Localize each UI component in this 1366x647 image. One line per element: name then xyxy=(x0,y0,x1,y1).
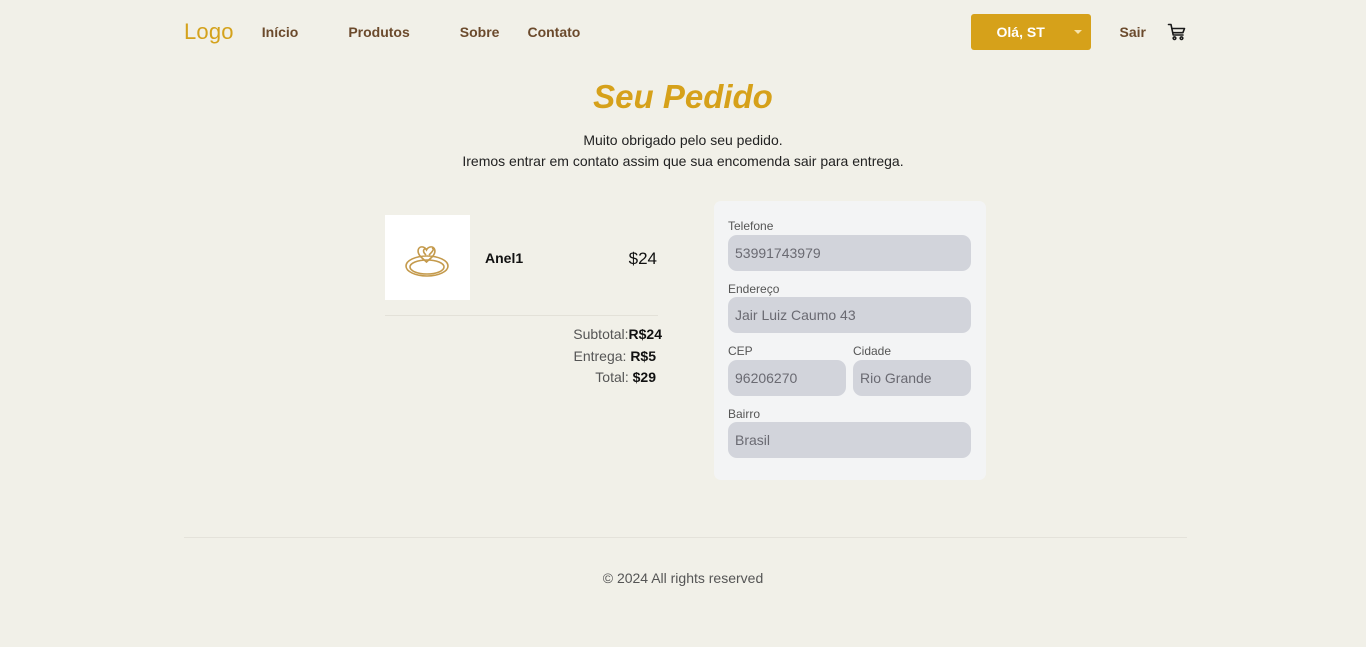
user-greeting: Olá, ST xyxy=(996,24,1045,40)
ring-icon xyxy=(405,246,449,277)
divider xyxy=(385,315,658,316)
delivery-info-card: Telefone Endereço CEP Cidade Bairro xyxy=(714,201,986,480)
nav-link-contato[interactable]: Contato xyxy=(527,24,580,40)
product-price: $24 xyxy=(628,249,657,268)
logout-link[interactable]: Sair xyxy=(1120,24,1146,40)
city-field[interactable] xyxy=(853,360,971,396)
delivery-label: Entrega: xyxy=(573,348,627,364)
delivery-value: R$5 xyxy=(630,348,656,364)
city-label: Cidade xyxy=(853,344,892,358)
nav-link-sobre[interactable]: Sobre xyxy=(460,24,500,40)
chevron-down-icon xyxy=(1073,30,1082,34)
district-field[interactable] xyxy=(728,422,971,458)
page-title: Seu Pedido xyxy=(593,78,773,115)
delivery-row: Entrega: R$5 xyxy=(573,348,656,364)
logo[interactable]: Logo xyxy=(184,19,234,45)
total-value: $29 xyxy=(632,369,656,385)
subtotal-value: R$24 xyxy=(628,326,662,342)
cep-label: CEP xyxy=(728,344,753,358)
subtotal-row: Subtotal:R$24 xyxy=(573,326,662,342)
delivery-message: Iremos entrar em contato assim que sua e… xyxy=(462,153,904,169)
phone-field[interactable] xyxy=(728,235,971,271)
cep-field[interactable] xyxy=(728,360,846,396)
nav-link-inicio[interactable]: Início xyxy=(262,24,299,40)
address-field[interactable] xyxy=(728,297,971,333)
user-menu-button[interactable]: Olá, ST xyxy=(970,14,1091,50)
cart-icon[interactable] xyxy=(1167,22,1187,42)
footer-divider xyxy=(184,537,1187,538)
nav-link-produtos[interactable]: Produtos xyxy=(348,24,409,40)
total-label: Total: xyxy=(595,369,629,385)
thanks-message: Muito obrigado pelo seu pedido. xyxy=(583,132,783,148)
total-row: Total: $29 xyxy=(595,369,656,385)
product-name: Anel1 xyxy=(485,250,524,266)
subtotal-label: Subtotal: xyxy=(573,326,629,342)
navbar: Logo Início Produtos Sobre Contato Olá, … xyxy=(184,14,1187,50)
copyright: © 2024 All rights reserved xyxy=(602,570,764,586)
address-label: Endereço xyxy=(728,282,780,296)
phone-label: Telefone xyxy=(728,219,774,233)
district-label: Bairro xyxy=(728,407,761,421)
product-image xyxy=(385,215,470,300)
